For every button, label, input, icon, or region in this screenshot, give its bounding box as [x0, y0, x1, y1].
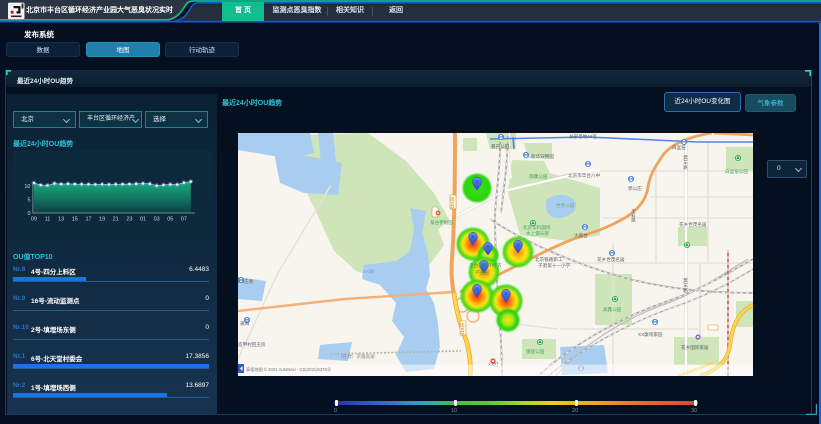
svg-text:05: 05: [167, 217, 173, 223]
svg-text:5: 5: [27, 198, 30, 204]
svg-text:07: 07: [181, 217, 187, 223]
svg-text:北京华科国际: 北京华科国际: [523, 224, 551, 231]
svg-text:樊羊路: 樊羊路: [683, 154, 689, 171]
svg-text:23: 23: [126, 217, 132, 223]
svg-text:21: 21: [113, 217, 119, 223]
svg-text:产业园: 产业园: [475, 269, 489, 276]
svg-text:北京铁路职工: 北京铁路职工: [535, 256, 563, 263]
svg-text:北京市丰台八中: 北京市丰台八中: [568, 172, 601, 179]
svg-text:白盆窑: 白盆窑: [672, 144, 686, 151]
svg-text:03: 03: [154, 217, 160, 223]
svg-text:大葆台: 大葆台: [574, 232, 588, 239]
svg-text:御康公园: 御康公园: [529, 173, 548, 180]
svg-text:XX庄香: XX庄香: [238, 278, 254, 285]
svg-text:（在建）京雄高速: （在建）京雄高速: [338, 353, 375, 360]
svg-text:丰科路: 丰科路: [631, 208, 637, 224]
svg-text:高德地图 © 2021 AutoNavi - GS(2021: 高德地图 © 2021 AutoNavi - GS(2021)6375号: [246, 366, 331, 373]
svg-text:造甲村回王房: 造甲村回王房: [238, 341, 266, 348]
svg-text:某谷伊利园: 某谷伊利园: [430, 219, 453, 226]
svg-text:17: 17: [85, 217, 91, 223]
svg-text:花乡世茂名居: 花乡世茂名居: [679, 221, 707, 228]
svg-text:子弟第十一小学: 子弟第十一小学: [538, 262, 571, 269]
svg-text:丰台区循环经济: 丰台区循环经济: [469, 262, 502, 269]
svg-text:水上俱乐部: 水上俱乐部: [526, 230, 549, 237]
svg-text:狼垡公园: 狼垡公园: [526, 348, 545, 355]
svg-text:看丹公园: 看丹公园: [491, 143, 510, 150]
svg-text:10: 10: [24, 184, 30, 190]
svg-text:高鑫公园: 高鑫公园: [603, 306, 622, 313]
svg-text:白盆窑公园: 白盆窑公园: [725, 168, 748, 175]
svg-text:樊羊路: 樊羊路: [683, 277, 689, 294]
svg-text:郭公庄: 郭公庄: [628, 185, 642, 192]
svg-text:13: 13: [58, 217, 64, 223]
svg-text:11: 11: [45, 217, 51, 223]
svg-text:花乡国际家居: 花乡国际家居: [681, 344, 709, 351]
svg-text:新华双拥园: 新华双拥园: [531, 153, 554, 160]
svg-text:XX湖: XX湖: [363, 268, 374, 275]
svg-text:09: 09: [31, 217, 37, 223]
svg-text:19: 19: [99, 217, 105, 223]
svg-text:01: 01: [140, 217, 146, 223]
svg-text:总部基地18区: 总部基地18区: [569, 133, 597, 140]
svg-text:15: 15: [72, 217, 78, 223]
svg-text:XX康闲家园: XX康闲家园: [638, 331, 663, 338]
svg-text:花乡世茂名居: 花乡世茂名居: [597, 256, 625, 263]
svg-text:南五环: 南五环: [460, 322, 466, 338]
svg-text:蒲阳: 蒲阳: [240, 320, 250, 327]
svg-text:南五环: 南五环: [450, 196, 456, 212]
svg-text:世界公园: 世界公园: [556, 202, 575, 209]
